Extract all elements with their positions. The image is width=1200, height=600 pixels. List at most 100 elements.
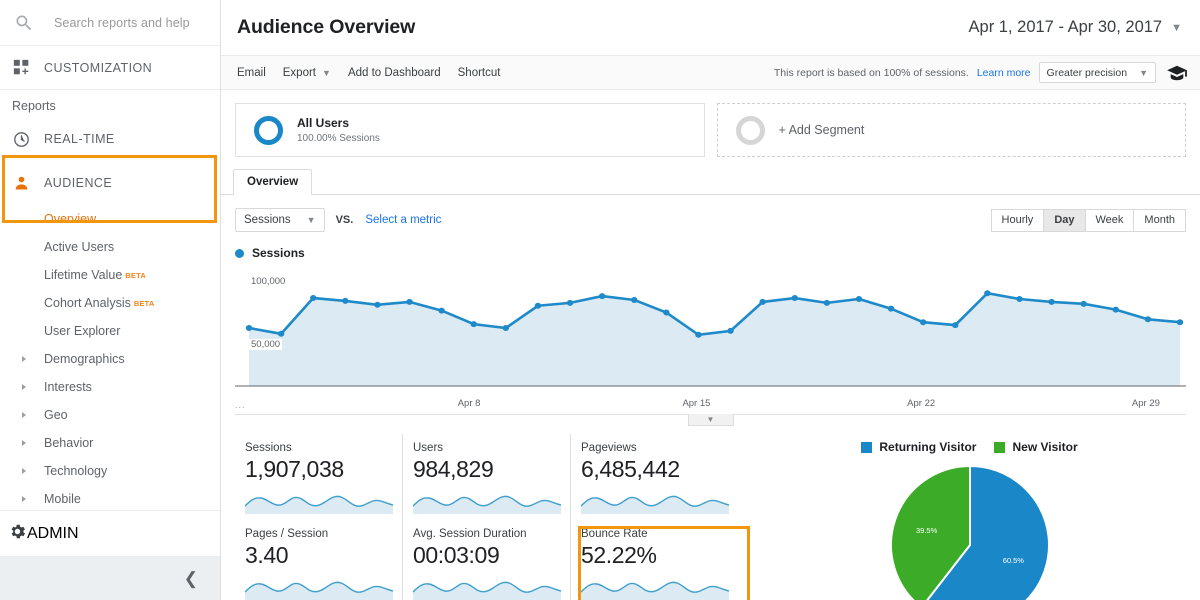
chart-data-point[interactable]	[1080, 301, 1086, 307]
metric-card-avg-session-duration[interactable]: Avg. Session Duration00:03:09	[403, 520, 571, 600]
x-axis-tick-label: Apr 8	[458, 398, 481, 409]
sidebar-item-label: Interests	[44, 380, 92, 394]
chart-data-point[interactable]	[1177, 319, 1183, 325]
chart-data-point[interactable]	[342, 298, 348, 304]
sidebar-item-label: Mobile	[44, 492, 81, 506]
sidebar-item-customization[interactable]: CUSTOMIZATION	[0, 46, 220, 90]
metric-card-bounce-rate[interactable]: Bounce Rate52.22%	[571, 520, 739, 600]
precision-select[interactable]: Greater precision ▼	[1039, 62, 1156, 83]
granularity-month[interactable]: Month	[1133, 209, 1186, 232]
sidebar-item-geo[interactable]: Geo	[0, 401, 220, 429]
pie-slice-value-label: 39.5%	[916, 526, 938, 535]
add-segment-button[interactable]: + Add Segment	[717, 103, 1187, 157]
chart-data-point[interactable]	[374, 302, 380, 308]
metric-sparkline	[245, 486, 393, 514]
segment-all-users[interactable]: All Users 100.00% Sessions	[235, 103, 705, 157]
granularity-day[interactable]: Day	[1043, 209, 1085, 232]
sidebar-item-behavior[interactable]: Behavior	[0, 429, 220, 457]
sidebar-item-interests[interactable]: Interests	[0, 373, 220, 401]
person-icon	[8, 174, 34, 193]
sessions-line-chart[interactable]: 100,000 50,000	[235, 264, 1186, 396]
chart-data-point[interactable]	[471, 321, 477, 327]
granularity-week[interactable]: Week	[1085, 209, 1135, 232]
sidebar-item-demographics[interactable]: Demographics	[0, 345, 220, 373]
sidebar-item-real-time[interactable]: REAL-TIME	[0, 117, 220, 161]
grid-plus-icon	[8, 59, 34, 76]
sidebar-item-label: ADMIN	[27, 525, 79, 543]
sidebar-item-label: User Explorer	[44, 324, 120, 338]
chart-collapse-handle[interactable]: ▼	[688, 414, 734, 426]
metric-sparkline	[245, 572, 393, 600]
sidebar-collapse-button[interactable]: ❮	[0, 556, 220, 600]
pie-legend-item[interactable]: New Visitor	[994, 440, 1077, 454]
add-segment-label: + Add Segment	[779, 123, 865, 137]
select-a-metric-link[interactable]: Select a metric	[365, 214, 441, 226]
action-shortcut[interactable]: Shortcut	[458, 67, 501, 79]
sidebar-item-mobile[interactable]: Mobile	[0, 485, 220, 513]
chart-data-point[interactable]	[631, 297, 637, 303]
chart-data-point[interactable]	[727, 328, 733, 334]
chart-data-point[interactable]	[503, 325, 509, 331]
search-input[interactable]: Search reports and help	[0, 0, 220, 46]
sidebar-item-label: Technology	[44, 464, 107, 478]
metric-card-users[interactable]: Users984,829	[403, 434, 571, 520]
learn-more-link[interactable]: Learn more	[977, 67, 1031, 79]
metric-card-pageviews[interactable]: Pageviews6,485,442	[571, 434, 739, 520]
pie-legend-label: New Visitor	[1012, 440, 1077, 454]
chart-data-point[interactable]	[567, 300, 573, 306]
chart-data-point[interactable]	[1145, 316, 1151, 322]
action-add-to-dashboard[interactable]: Add to Dashboard	[348, 67, 441, 79]
chart-data-point[interactable]	[952, 322, 958, 328]
sidebar-item-admin[interactable]: ADMIN	[0, 510, 220, 556]
granularity-label: Week	[1096, 214, 1124, 226]
chart-data-point[interactable]	[695, 332, 701, 338]
action-email[interactable]: Email	[237, 67, 266, 79]
metric-select[interactable]: Sessions ▼	[235, 208, 325, 232]
search-placeholder: Search reports and help	[54, 16, 190, 30]
chart-data-point[interactable]	[535, 303, 541, 309]
chart-data-point[interactable]	[1113, 307, 1119, 313]
chart-data-point[interactable]	[278, 331, 284, 337]
graduation-cap-icon[interactable]	[1166, 64, 1188, 82]
chart-data-point[interactable]	[888, 306, 894, 312]
chart-data-point[interactable]	[1016, 296, 1022, 302]
metric-selector-group: Sessions ▼ VS. Select a metric	[235, 208, 441, 232]
chart-data-point[interactable]	[984, 290, 990, 296]
date-range-picker[interactable]: Apr 1, 2017 - Apr 30, 2017 ▼	[969, 18, 1182, 37]
segment-subtitle: 100.00% Sessions	[297, 133, 380, 144]
chart-data-point[interactable]	[246, 325, 252, 331]
chevron-right-icon	[22, 440, 26, 446]
chevron-down-icon: ▼	[307, 215, 316, 225]
pie-legend-item[interactable]: Returning Visitor	[861, 440, 976, 454]
sidebar-item-overview[interactable]: Overview	[0, 205, 220, 233]
chart-data-point[interactable]	[438, 308, 444, 314]
tab-overview[interactable]: Overview	[233, 169, 312, 195]
metric-card-pages-session[interactable]: Pages / Session3.40	[235, 520, 403, 600]
chart-data-point[interactable]	[920, 319, 926, 325]
add-segment-donut-icon	[736, 116, 765, 145]
pie-chart-svg[interactable]: 60.5%39.5%	[882, 464, 1058, 600]
reports-section-label: Reports	[0, 90, 220, 117]
sidebar-item-cohort-analysis[interactable]: Cohort AnalysisBETA	[0, 289, 220, 317]
chart-data-point[interactable]	[856, 296, 862, 302]
chart-data-point[interactable]	[824, 300, 830, 306]
action-export[interactable]: Export▼	[283, 67, 331, 79]
sidebar-item-audience[interactable]: AUDIENCE	[0, 161, 220, 205]
chart-data-point[interactable]	[310, 295, 316, 301]
chart-data-point[interactable]	[759, 299, 765, 305]
chart-data-point[interactable]	[663, 310, 669, 316]
metric-card-sessions[interactable]: Sessions1,907,038	[235, 434, 403, 520]
metric-sparkline	[581, 572, 729, 600]
sidebar-item-user-explorer[interactable]: User Explorer	[0, 317, 220, 345]
gear-icon	[8, 522, 27, 546]
chart-data-point[interactable]	[406, 299, 412, 305]
chart-data-point[interactable]	[599, 293, 605, 299]
sidebar-item-lifetime-value[interactable]: Lifetime ValueBETA	[0, 261, 220, 289]
chart-data-point[interactable]	[792, 295, 798, 301]
chart-data-point[interactable]	[1048, 299, 1054, 305]
sidebar-item-active-users[interactable]: Active Users	[0, 233, 220, 261]
granularity-toggle: HourlyDay Week Month	[992, 209, 1186, 232]
chart-area-fill	[249, 293, 1180, 386]
sidebar-item-technology[interactable]: Technology	[0, 457, 220, 485]
granularity-hourly[interactable]: Hourly	[991, 209, 1045, 232]
